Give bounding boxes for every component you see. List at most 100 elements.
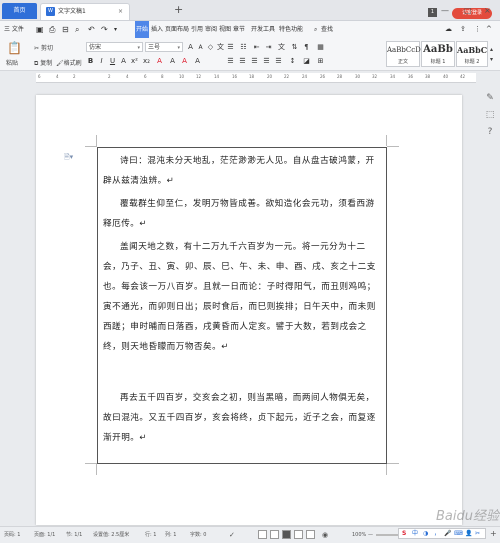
share-icon[interactable]: ⇪ [460,21,466,38]
paste-icon[interactable]: 📋 [7,41,22,55]
view-web-icon[interactable] [306,530,315,539]
save-icon[interactable]: ▣ [36,21,44,38]
format-painter-button[interactable]: 🖌格式刷 [56,58,82,67]
pinyin-icon[interactable]: 文 [216,43,225,52]
minimize-icon[interactable]: — [441,6,449,15]
highlight-icon[interactable]: A [155,57,164,66]
status-page[interactable]: 页码: 1 [4,527,20,543]
char-shading-icon[interactable]: A [193,57,202,66]
select-icon[interactable]: ⬚ [484,109,496,121]
zoom-level[interactable]: 100% [352,527,366,543]
status-column[interactable]: 列: 1 [165,527,176,543]
underline-icon[interactable]: U [108,57,117,66]
zoom-in-button[interactable]: + [490,526,497,542]
zoom-out-button[interactable]: — [368,527,373,543]
status-row[interactable]: 行: 1 [145,527,156,543]
char-border-icon[interactable]: A [168,57,177,66]
print-preview-icon[interactable]: ⌕ [75,21,79,38]
show-marks-icon[interactable]: ¶ [302,43,311,52]
font-size-select[interactable]: 三号 ▾ [145,42,183,52]
document-paragraph[interactable]: 覆载群生仰至仁，发明万物皆成善。欲知造化会元功，须看西游释厄传。↵ [103,194,381,234]
bold-icon[interactable]: B [86,57,95,66]
tools-icon[interactable]: ✂ [475,529,480,538]
close-window-icon[interactable]: × [484,6,491,15]
close-tab-icon[interactable]: × [118,4,123,20]
decrease-indent-icon[interactable]: ⇤ [252,43,261,52]
status-word-count[interactable]: 字数: 0 [190,527,206,543]
menu-file[interactable]: 三 文件 [4,21,24,38]
document-paragraph[interactable]: 盖闻天地之数，有十二万九千六百岁为一元。将一元分为十二会，乃子、丑、寅、卯、辰、… [103,237,381,357]
bullet-list-icon[interactable]: ☰ [226,43,235,52]
table-icon[interactable]: ▦ [316,43,325,52]
undo-icon[interactable]: ↶ [88,21,95,38]
eye-protect-icon[interactable]: ◉ [322,527,328,543]
ime-halfwidth-icon[interactable]: ◑ [423,529,428,538]
italic-icon[interactable]: I [97,57,106,66]
align-center-icon[interactable]: ☰ [238,57,247,66]
status-pages[interactable]: 页面: 1/1 [34,527,55,543]
document-paragraph[interactable]: 再去五千四百岁，交亥会之初，则当黑暗，而两间人物俱无矣，故曰混沌。又五千四百岁，… [103,388,381,448]
more-chevron-icon[interactable]: ▾ [114,21,117,38]
search-icon[interactable]: ⌕ [314,21,317,38]
borders-icon[interactable]: ⊞ [316,57,325,66]
help-icon[interactable]: ? [484,126,496,138]
tab-document[interactable]: W 文字文稿1 × [40,3,130,20]
style-heading2[interactable]: AaBbC 标题 2 [456,41,488,67]
chinese-layout-icon[interactable]: 文 [277,43,286,52]
superscript-icon[interactable]: x² [130,57,139,66]
increase-indent-icon[interactable]: ⇥ [264,43,273,52]
font-color-icon[interactable]: A [180,57,189,66]
align-right-icon[interactable]: ☰ [250,57,259,66]
number-list-icon[interactable]: ☷ [239,43,248,52]
style-scroll-down-icon[interactable]: ▾ [490,56,493,63]
status-setting-value[interactable]: 设置值: 2.5厘米 [93,527,129,543]
paste-button[interactable]: 粘贴 [6,58,18,67]
menu-view[interactable]: 视图 [219,21,231,38]
style-normal[interactable]: AaBbCcDd 正文 [386,41,425,67]
output-pdf-icon[interactable]: ⎙ [49,21,55,38]
ime-chinese-mode[interactable]: 中 [412,529,418,538]
status-section[interactable]: 节: 1/1 [66,527,82,543]
maximize-icon[interactable]: □ [464,6,472,15]
copy-button[interactable]: ⧉ 复制 [34,58,52,68]
document-paragraph[interactable]: 诗曰：混沌未分天地乱，茫茫渺渺无人见。自从盘古破鸿蒙，开辟从兹清浊辨。↵ [103,151,381,191]
redo-icon[interactable]: ↷ [101,21,108,38]
ime-punctuation-icon[interactable]: ， [434,529,440,538]
keyboard-icon[interactable]: ⌨ [454,529,463,538]
menu-reference[interactable]: 引用 [191,21,203,38]
style-scroll-up-icon[interactable]: ▴ [490,46,493,53]
window-count-badge[interactable]: 1 [428,8,437,17]
justify-icon[interactable]: ☰ [262,57,271,66]
menu-special-features[interactable]: 特色功能 [279,21,303,38]
horizontal-ruler[interactable]: 6 4 2 2 4 6 8 10 12 14 16 18 20 22 24 26 28 30 32 34 36 38 40 4… [36,73,476,83]
user-icon[interactable]: 👤 [465,529,472,538]
view-read-icon[interactable] [258,530,267,539]
clear-format-icon[interactable]: ◇ [206,43,215,52]
line-spacing-icon[interactable]: ↕ [288,57,297,66]
sogou-icon[interactable]: S [402,529,406,538]
subscript-icon[interactable]: x₂ [142,57,151,66]
grow-font-icon[interactable]: A [186,43,195,52]
menu-developer-tools[interactable]: 开发工具 [251,21,275,38]
spellcheck-icon[interactable]: ✓ [229,527,235,543]
paragraph-layout-icon[interactable]: 🗎▾ [64,153,73,164]
menu-page-layout[interactable]: 页面布局 [165,21,189,38]
add-tab-button[interactable]: + [174,3,183,17]
print-icon[interactable]: ⊟ [62,21,69,38]
view-print-icon[interactable] [270,530,279,539]
microphone-icon[interactable]: 🎤 [444,529,451,538]
style-heading1[interactable]: AaBb 标题 1 [421,41,455,67]
distribute-icon[interactable]: ☰ [274,57,283,66]
menu-insert[interactable]: 插入 [151,21,163,38]
menu-chapter[interactable]: 章节 [233,21,245,38]
view-outline-icon[interactable] [294,530,303,539]
shading-icon[interactable]: ◪ [302,57,311,66]
strike-icon[interactable]: A [119,57,128,66]
sort-icon[interactable]: ⇅ [290,43,299,52]
more-icon[interactable]: ⋮ [474,21,481,38]
menu-search[interactable]: 查找 [321,21,333,38]
menu-review[interactable]: 审阅 [205,21,217,38]
align-left-icon[interactable]: ☰ [226,57,235,66]
cut-button[interactable]: ✂ 剪切 [34,43,53,52]
view-page-icon[interactable] [282,530,291,539]
